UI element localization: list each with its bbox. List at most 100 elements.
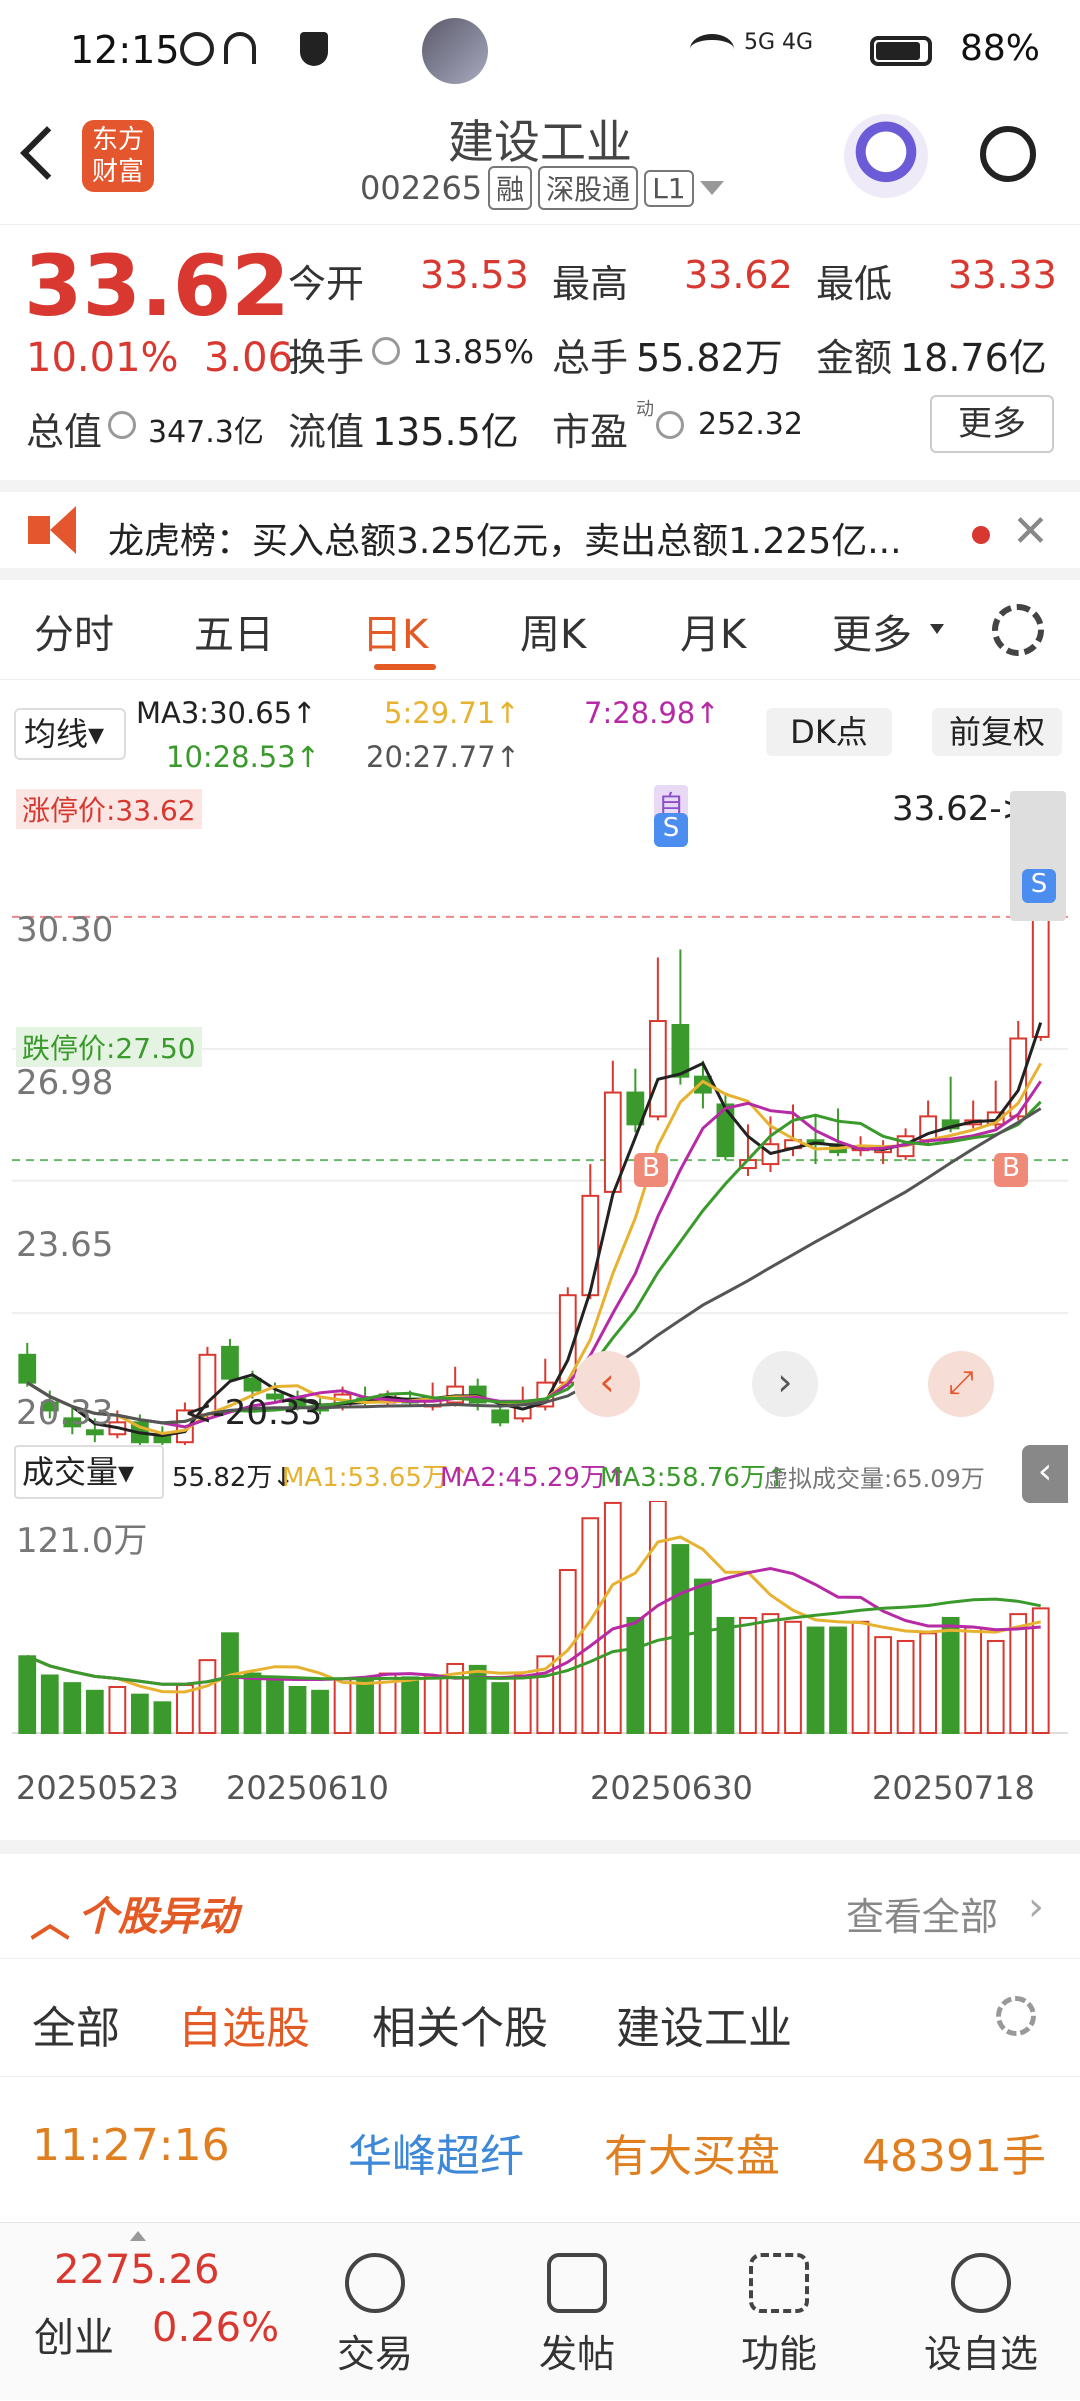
robot-assistant-icon[interactable]	[844, 114, 928, 198]
chevron-down-icon[interactable]	[699, 181, 724, 195]
event-stock: 华峰超纤	[348, 2131, 524, 2182]
chevron-up-icon[interactable]: ︿	[30, 1890, 70, 1948]
speaker-icon	[28, 516, 50, 544]
index-change: 0.26%	[152, 2305, 280, 2351]
volume-chart[interactable]: 成交量▾ 55.82万↓ MA1:53.65万↑ MA2:45.29万↑ MA3…	[12, 1445, 1068, 1835]
high-value: 33.62	[684, 253, 793, 297]
info-icon[interactable]	[372, 337, 400, 365]
tab-daily-k[interactable]: 日K	[362, 602, 428, 660]
chevron-right-icon[interactable]: ›	[752, 1351, 818, 1417]
more-button[interactable]: 更多	[930, 395, 1054, 453]
indicator-select[interactable]: 均线▾	[14, 708, 126, 760]
candle-body	[581, 1194, 600, 1297]
movers-tab-all[interactable]: 全部	[32, 1992, 120, 2056]
tab-weekly-k[interactable]: 周K	[520, 602, 586, 660]
nav-trade-label: 交易	[336, 2332, 413, 2376]
chevron-left-icon[interactable]: ‹	[1022, 1445, 1068, 1503]
top-nav: 东方财富 建设工业 002265 融 深股通 L1	[0, 100, 1080, 225]
chevron-up-icon	[130, 2231, 146, 2241]
sell-signal-icon: S	[654, 813, 688, 847]
amount-value: 18.76亿	[900, 336, 1047, 380]
volume-bar	[63, 1682, 82, 1734]
tab-more[interactable]: 更多	[832, 602, 912, 660]
chevron-right-icon[interactable]: ›	[1028, 1884, 1044, 1930]
index-ticker[interactable]: 2275.26 创业 0.26%	[0, 2223, 310, 2401]
nav-functions[interactable]: 功能	[704, 2253, 854, 2378]
tab-intraday[interactable]: 分时	[34, 602, 114, 660]
volume-bar	[626, 1616, 645, 1734]
tab-five-day[interactable]: 五日	[194, 602, 274, 660]
level-tag: L1	[644, 169, 694, 207]
gear-icon[interactable]	[996, 1996, 1036, 2036]
wifi-icon	[690, 34, 734, 64]
info-icon[interactable]	[656, 411, 684, 439]
movers-tab-related[interactable]: 相关个股	[372, 1992, 548, 2056]
stock-code: 002265	[360, 169, 483, 207]
close-icon[interactable]: ✕	[1012, 506, 1049, 557]
volume-bar	[243, 1672, 262, 1734]
chevron-left-icon[interactable]: ‹	[574, 1351, 640, 1417]
float-label: 流值	[288, 410, 365, 454]
index-value: 2275.26	[54, 2247, 220, 2293]
list-item[interactable]: 11:27:16 华峰超纤 有大买盘 48391手	[0, 2094, 1080, 2204]
dk-point-button[interactable]: DK点	[766, 708, 892, 756]
nav-trade[interactable]: 交易	[300, 2253, 450, 2378]
volume-bar	[874, 1636, 892, 1734]
vol-y-tick: 121.0万	[16, 1521, 148, 1561]
avatar[interactable]	[422, 18, 488, 84]
volume-bar	[986, 1639, 1005, 1735]
date-tick: 20250718	[872, 1769, 1035, 1807]
movers-tab-stock[interactable]: 建设工业	[616, 1992, 792, 2056]
adjust-button[interactable]: 前复权	[932, 708, 1062, 756]
edit-icon	[547, 2253, 607, 2313]
y-axis-tick: 26.98	[16, 1063, 114, 1103]
period-tabs: 分时 五日 日K 周K 月K 更多	[0, 580, 1080, 680]
pe-dynamic-sup: 动	[636, 399, 654, 420]
battery-level: 88%	[959, 28, 1040, 69]
divider	[0, 1958, 1080, 1959]
info-icon[interactable]	[108, 411, 136, 439]
nav-post[interactable]: 发帖	[502, 2253, 652, 2378]
ma-line	[26, 1080, 1042, 1429]
volume-bar	[941, 1616, 960, 1734]
volume-bar	[221, 1632, 239, 1734]
battery-icon	[870, 36, 932, 66]
mktcap-value: 347.3亿	[148, 415, 264, 450]
vol-ma3: MA3:58.76万↑	[600, 1463, 788, 1493]
volume-bar	[739, 1616, 757, 1734]
ma5-label: 5:29.71↑	[384, 696, 520, 730]
stock-movers-panel: ︿ 个股异动 查看全部 › 全部 自选股 相关个股 建设工业 11:27:16 …	[0, 1840, 1080, 2220]
volume-bar	[40, 1674, 59, 1734]
last-price: 33.62	[24, 237, 290, 335]
volume-bar	[648, 1501, 667, 1734]
search-icon[interactable]	[980, 126, 1036, 182]
volume-bar	[896, 1639, 915, 1735]
nav-add-watchlist[interactable]: 设自选	[906, 2253, 1056, 2378]
low-value: 33.33	[948, 253, 1057, 297]
turnover-value: 13.85%	[412, 333, 535, 371]
volume-bar	[333, 1678, 352, 1735]
volume-bar	[694, 1578, 712, 1734]
yuan-icon	[345, 2253, 405, 2313]
expand-icon[interactable]: ⤢	[928, 1351, 994, 1417]
chevron-down-icon	[930, 624, 944, 634]
speaker-cone	[50, 506, 76, 554]
kline-chart[interactable]: 涨停价:33.62 30.30 跌停价:27.50 26.98 23.65 20…	[12, 785, 1068, 1447]
more-icon	[951, 2253, 1011, 2313]
volume-bar	[964, 1626, 983, 1734]
volume-bar	[311, 1689, 329, 1734]
movers-tab-watchlist[interactable]: 自选股	[178, 1992, 310, 2056]
volume-bar	[401, 1676, 420, 1735]
view-all-link[interactable]: 查看全部	[846, 1886, 998, 1941]
chart-controls: 均线▾ MA3:30.65↑ 5:29.71↑ 7:28.98↑ 10:28.5…	[0, 690, 1080, 785]
notice-bar[interactable]: 龙虎榜：买入总额3.25亿元，卖出总额1.225亿... ✕	[0, 480, 1080, 580]
vol-value: 55.82万↓	[172, 1463, 295, 1493]
tab-monthly-k[interactable]: 月K	[680, 602, 746, 660]
volume-label: 总手	[552, 336, 629, 380]
headphones-icon	[224, 32, 256, 64]
mktcap-label: 总值	[26, 410, 103, 454]
turnover-label: 换手	[288, 336, 365, 380]
margin-tag: 融	[488, 166, 533, 210]
gear-icon[interactable]	[992, 604, 1044, 656]
volume-indicator-select[interactable]: 成交量▾	[14, 1445, 164, 1499]
